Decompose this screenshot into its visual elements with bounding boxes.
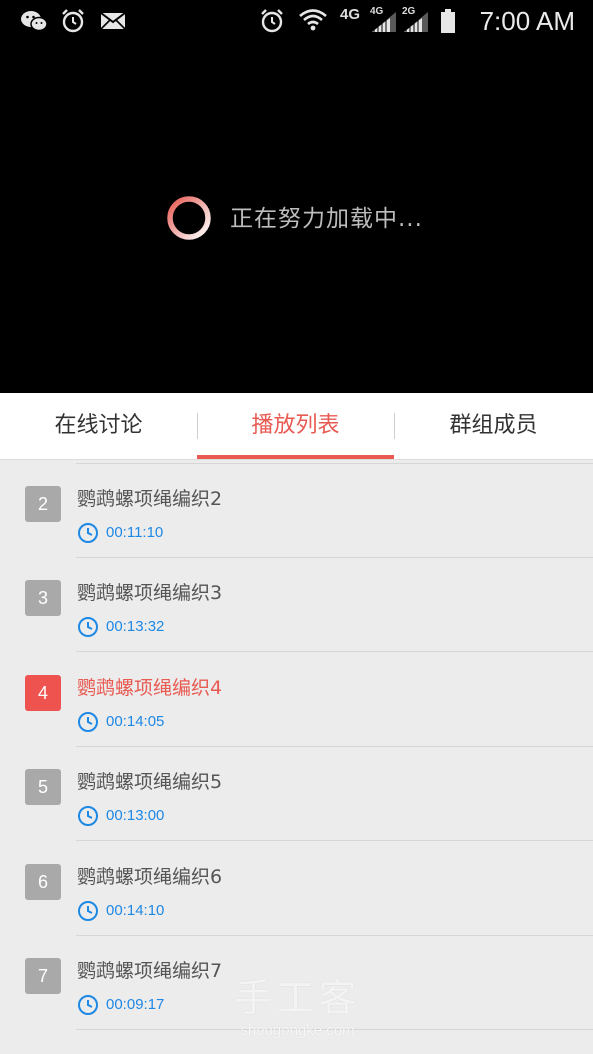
item-title: 鹦鹉螺项绳编织6	[77, 866, 223, 888]
item-number-badge: 5	[25, 769, 61, 805]
clock-icon	[78, 806, 98, 826]
item-title: 鹦鹉螺项绳编织2	[77, 488, 223, 510]
item-number-badge: 7	[25, 958, 61, 994]
item-duration: 00:13:00	[106, 807, 165, 824]
video-player[interactable]: 正在努力加载中...	[0, 42, 593, 393]
item-number-badge: 3	[25, 580, 61, 616]
playlist-item[interactable]: 7 鹦鹉螺项绳编织7 00:09:17	[0, 936, 593, 1030]
alarm-icon	[60, 8, 86, 34]
wechat-icon	[20, 8, 48, 34]
status-time: 7:00 AM	[479, 6, 575, 36]
active-tab-indicator	[197, 455, 394, 459]
tab-playlist[interactable]: 播放列表	[197, 393, 394, 459]
battery-icon	[440, 8, 456, 34]
clock-icon	[78, 901, 98, 921]
playlist-item[interactable]: 6 鹦鹉螺项绳编织6 00:14:10	[0, 842, 593, 936]
item-number-badge: 6	[25, 864, 61, 900]
loading-spinner-icon	[167, 196, 211, 240]
wifi-icon	[298, 8, 328, 34]
alarm-icon	[259, 8, 285, 34]
mail-icon	[100, 8, 126, 34]
clock-icon	[78, 523, 98, 543]
item-number-badge: 2	[25, 486, 61, 522]
playlist-item[interactable]: 5 鹦鹉螺项绳编织5 00:13:00	[0, 747, 593, 841]
item-duration: 00:11:10	[106, 524, 164, 541]
item-title: 鹦鹉螺项绳编织4	[77, 677, 223, 699]
network-type-label: 4G	[340, 6, 361, 23]
item-duration: 00:13:32	[106, 618, 165, 635]
clock-icon	[78, 712, 98, 732]
item-title: 鹦鹉螺项绳编织7	[77, 960, 223, 982]
item-title: 鹦鹉螺项绳编织3	[77, 582, 223, 604]
tab-bar: 在线讨论 播放列表 群组成员	[0, 393, 593, 460]
item-duration: 00:09:17	[106, 996, 165, 1013]
item-number-badge: 4	[25, 675, 61, 711]
status-bar: 4G 4G 2G 7:00 AM	[0, 0, 593, 42]
item-title: 鹦鹉螺项绳编织5	[77, 771, 223, 793]
divider	[76, 840, 593, 841]
item-duration: 00:14:05	[106, 713, 165, 730]
clock-icon	[78, 995, 98, 1015]
playlist-item[interactable]: 3 鹦鹉螺项绳编织3 00:13:32	[0, 558, 593, 652]
item-duration: 00:14:10	[106, 902, 165, 919]
tab-group-members[interactable]: 群组成员	[394, 393, 593, 459]
divider	[76, 1029, 593, 1030]
signal-icon	[402, 8, 430, 34]
tab-discussion[interactable]: 在线讨论	[0, 393, 197, 459]
loading-text: 正在努力加载中...	[230, 206, 423, 232]
signal-icon	[370, 8, 398, 34]
playlist-item[interactable]: 2 鹦鹉螺项绳编织2 00:11:10	[0, 464, 593, 558]
divider	[76, 651, 593, 652]
playlist[interactable]: 2 鹦鹉螺项绳编织2 00:11:10 3 鹦鹉螺项绳编织3 00:13:32 …	[0, 460, 593, 1054]
clock-icon	[78, 617, 98, 637]
playlist-item-active[interactable]: 4 鹦鹉螺项绳编织4 00:14:05	[0, 653, 593, 747]
